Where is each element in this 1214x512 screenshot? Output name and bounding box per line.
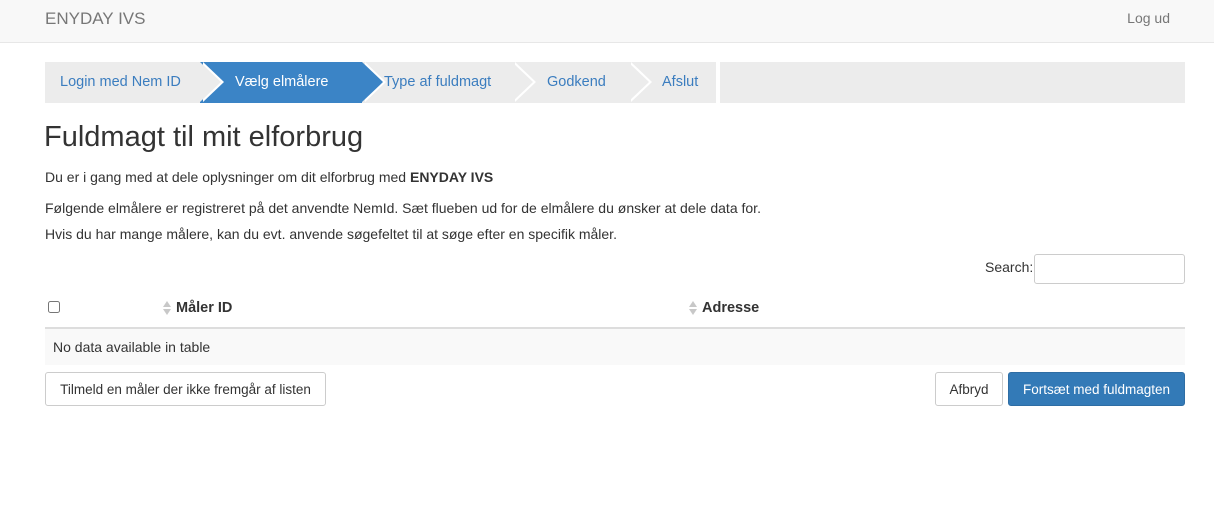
- brand-name: ENYDAY IVS: [45, 9, 146, 28]
- instruction-line-2: Hvis du har mange målere, kan du evt. an…: [45, 226, 617, 242]
- intro-text: Du er i gang med at dele oplysninger om …: [45, 169, 493, 185]
- logout-link[interactable]: Log ud: [1127, 10, 1170, 26]
- search-label: Search:: [985, 259, 1034, 275]
- continue-button[interactable]: Fortsæt med fuldmagten: [1008, 372, 1185, 406]
- top-navbar: ENYDAY IVS Log ud: [0, 0, 1214, 43]
- select-all-checkbox[interactable]: [48, 301, 60, 313]
- table-row-empty: No data available in table: [45, 329, 1185, 365]
- empty-table-message: No data available in table: [53, 339, 211, 355]
- register-meter-button[interactable]: Tilmeld en måler der ikke fremgår af lis…: [45, 372, 326, 406]
- table-header: Måler ID Adresse: [45, 292, 1185, 329]
- wizard-steps: Login med Nem ID Vælg elmålere Type af f…: [45, 62, 1185, 103]
- column-header-meter-id[interactable]: Måler ID: [176, 300, 232, 316]
- column-header-address[interactable]: Adresse: [702, 300, 759, 316]
- wizard-step-label: Type af fuldmagt: [384, 74, 492, 90]
- sort-icon: [163, 301, 172, 317]
- cancel-button[interactable]: Afbryd: [935, 372, 1003, 406]
- sort-icon: [689, 301, 698, 317]
- page-title: Fuldmagt til mit elforbrug: [44, 121, 364, 153]
- wizard-filler: [720, 62, 1185, 103]
- wizard-step-label: Vælg elmålere: [235, 74, 329, 90]
- intro-sentence: Du er i gang med at dele oplysninger om …: [45, 169, 410, 185]
- company-name: ENYDAY IVS: [409, 169, 494, 185]
- wizard-step-label: Godkend: [547, 74, 606, 90]
- instruction-line-1: Følgende elmålere er registreret på det …: [45, 200, 761, 216]
- wizard-step-label: Afslut: [662, 74, 699, 90]
- search-input[interactable]: [1034, 254, 1185, 284]
- wizard-step-select-meters[interactable]: Vælg elmålere: [200, 62, 386, 103]
- wizard-step-login[interactable]: Login med Nem ID: [45, 62, 224, 103]
- wizard-step-label: Login med Nem ID: [60, 74, 181, 90]
